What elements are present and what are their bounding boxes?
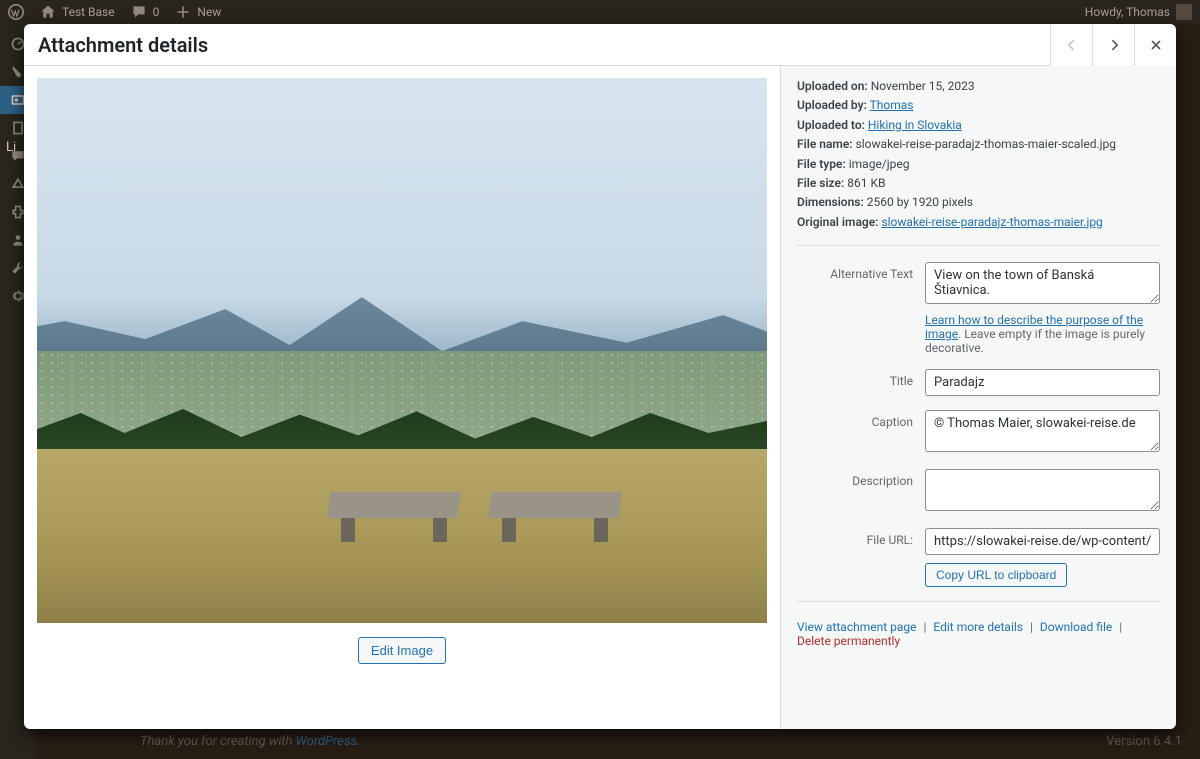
description-input[interactable] bbox=[925, 469, 1160, 511]
footer-thanks: Thank you for creating with WordPress. bbox=[140, 734, 360, 749]
alt-text-input[interactable]: View on the town of Banská Štiavnica. bbox=[925, 262, 1160, 304]
site-name[interactable]: Test Base bbox=[32, 0, 123, 24]
library-heading: Li bbox=[6, 140, 16, 155]
attachment-preview-image bbox=[37, 78, 767, 623]
alt-text-label: Alternative Text bbox=[797, 262, 925, 355]
meta-dimensions: Dimensions: 2560 by 1920 pixels bbox=[797, 194, 1160, 211]
description-label: Description bbox=[797, 469, 925, 514]
delete-permanently-link[interactable]: Delete permanently bbox=[797, 634, 900, 648]
chevron-left-icon bbox=[1064, 37, 1080, 53]
meta-original-image: Original image: slowakei-reise-paradajz-… bbox=[797, 214, 1160, 231]
footer-version: Version 6.4.1 bbox=[1106, 734, 1182, 749]
prev-attachment-button bbox=[1050, 24, 1092, 66]
meta-uploaded-by: Uploaded by: Thomas bbox=[797, 97, 1160, 114]
new-content[interactable]: New bbox=[167, 0, 229, 24]
admin-bar: Test Base 0 New Howdy, Thomas bbox=[0, 0, 1200, 24]
attachment-actions: View attachment page | Edit more details… bbox=[797, 620, 1160, 648]
site-name-text: Test Base bbox=[62, 5, 115, 19]
modal-header: Attachment details bbox=[24, 24, 1176, 66]
title-input[interactable] bbox=[925, 369, 1160, 396]
wp-logo[interactable] bbox=[0, 0, 32, 24]
edit-image-button[interactable]: Edit Image bbox=[358, 637, 446, 664]
close-modal-button[interactable] bbox=[1134, 24, 1176, 66]
meta-file-type: File type: image/jpeg bbox=[797, 156, 1160, 173]
caption-input[interactable]: © Thomas Maier, slowakei-reise.de bbox=[925, 410, 1160, 452]
meta-uploaded-on: Uploaded on: November 15, 2023 bbox=[797, 78, 1160, 95]
alt-text-helper: Learn how to describe the purpose of the… bbox=[925, 313, 1160, 355]
comments-count: 0 bbox=[153, 5, 160, 19]
original-image-link[interactable]: slowakei-reise-paradajz-thomas-maier.jpg bbox=[881, 215, 1102, 229]
close-icon bbox=[1148, 37, 1164, 53]
title-label: Title bbox=[797, 369, 925, 396]
file-url-input[interactable] bbox=[925, 528, 1160, 555]
meta-file-name: File name: slowakei-reise-paradajz-thoma… bbox=[797, 136, 1160, 153]
chevron-right-icon bbox=[1106, 37, 1122, 53]
uploaded-to-link[interactable]: Hiking in Slovakia bbox=[868, 118, 962, 132]
howdy-account[interactable]: Howdy, Thomas bbox=[1085, 4, 1200, 20]
copy-url-button[interactable]: Copy URL to clipboard bbox=[925, 563, 1067, 587]
comments[interactable]: 0 bbox=[123, 0, 168, 24]
next-attachment-button[interactable] bbox=[1092, 24, 1134, 66]
howdy-text: Howdy, Thomas bbox=[1085, 5, 1170, 19]
view-attachment-link[interactable]: View attachment page bbox=[797, 620, 917, 634]
preview-pane: Edit Image bbox=[24, 66, 781, 729]
meta-uploaded-to: Uploaded to: Hiking in Slovakia bbox=[797, 117, 1160, 134]
meta-file-size: File size: 861 KB bbox=[797, 175, 1160, 192]
avatar bbox=[1176, 4, 1192, 20]
download-file-link[interactable]: Download file bbox=[1040, 620, 1112, 634]
modal-title: Attachment details bbox=[24, 33, 1050, 57]
wordpress-link[interactable]: WordPress bbox=[296, 734, 357, 749]
attachment-details-modal: Attachment details Edit Image Uploade bbox=[24, 24, 1176, 729]
new-label: New bbox=[197, 5, 221, 19]
uploaded-by-link[interactable]: Thomas bbox=[870, 98, 914, 112]
edit-more-details-link[interactable]: Edit more details bbox=[933, 620, 1023, 634]
caption-label: Caption bbox=[797, 410, 925, 455]
details-pane: Uploaded on: November 15, 2023 Uploaded … bbox=[781, 66, 1176, 729]
file-url-label: File URL: bbox=[797, 528, 925, 587]
